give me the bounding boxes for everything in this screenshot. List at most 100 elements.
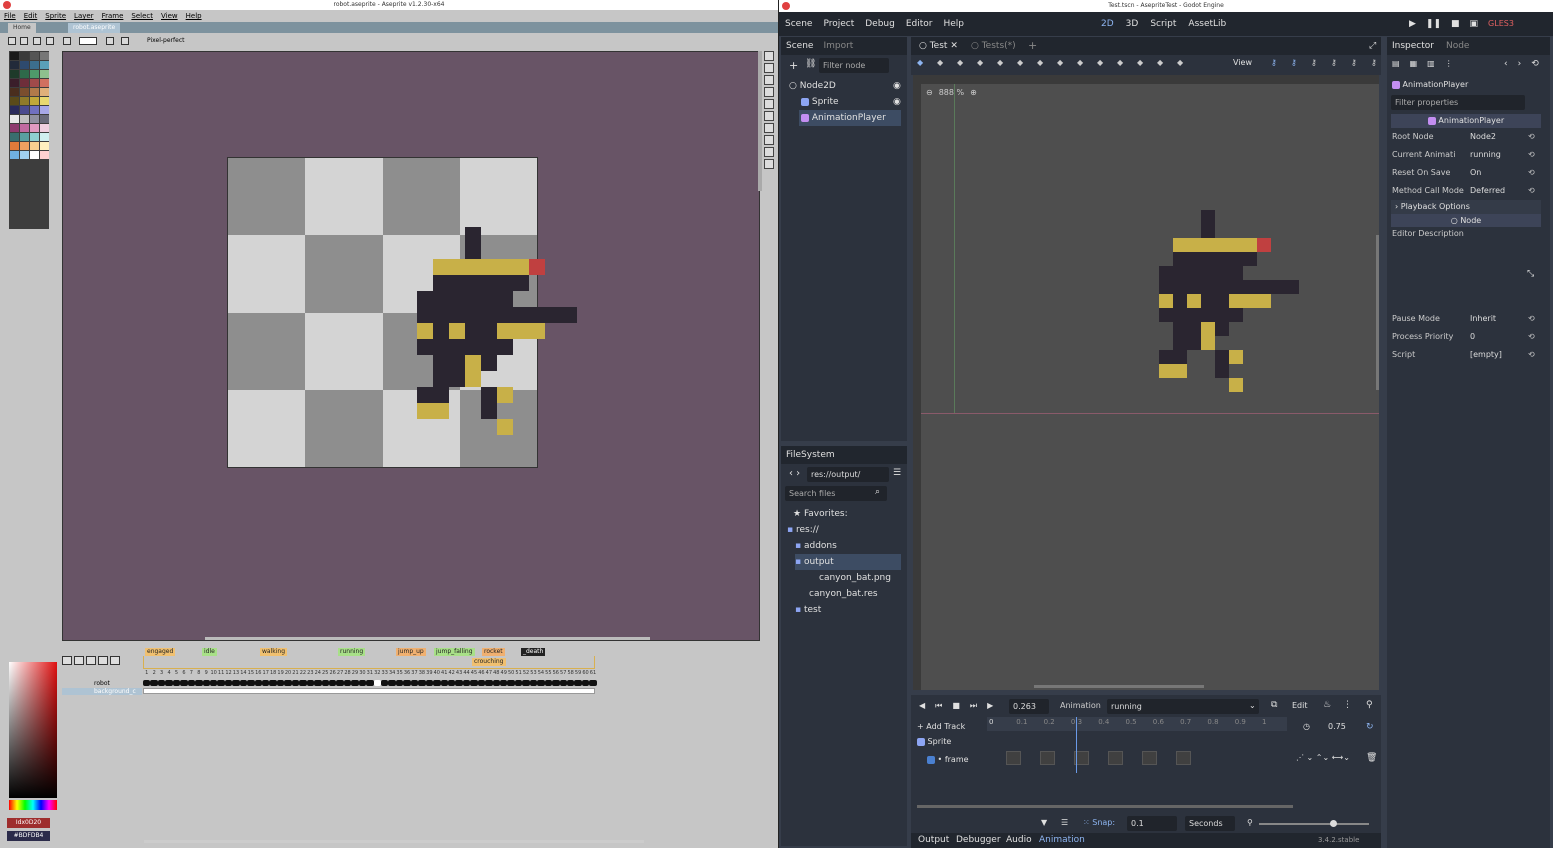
brush-size-input[interactable] bbox=[79, 37, 97, 45]
property-value[interactable]: Inherit bbox=[1470, 310, 1496, 328]
palette-swatch[interactable] bbox=[30, 133, 39, 141]
cel[interactable] bbox=[403, 680, 411, 686]
play-start-icon[interactable]: ⏭ bbox=[970, 701, 977, 711]
fs-res-root[interactable]: ▪ res:// bbox=[787, 522, 819, 538]
revert-icon[interactable]: ⟲ bbox=[1528, 346, 1535, 364]
scene-tab-tests[interactable]: ○ Tests(*) bbox=[971, 37, 1016, 55]
frame-number[interactable]: 40 bbox=[433, 670, 440, 677]
frame-number[interactable]: 30 bbox=[359, 670, 366, 677]
keyframe[interactable] bbox=[1108, 751, 1123, 765]
opacity-button[interactable] bbox=[121, 37, 129, 45]
cel[interactable] bbox=[343, 680, 352, 686]
frame-number[interactable]: 27 bbox=[336, 670, 343, 677]
palette-swatch[interactable] bbox=[20, 88, 29, 96]
revert-icon[interactable]: ⟲ bbox=[1528, 310, 1535, 328]
fs-test[interactable]: ▪ test bbox=[795, 602, 821, 618]
palette-swatch[interactable] bbox=[40, 106, 49, 114]
frame-number[interactable]: 46 bbox=[478, 670, 485, 677]
canvas-h-scrollbar[interactable] bbox=[205, 637, 650, 640]
cel[interactable] bbox=[410, 680, 419, 686]
cel[interactable] bbox=[291, 680, 300, 686]
cel[interactable] bbox=[500, 680, 508, 686]
tag-jump-up[interactable]: jump_up bbox=[396, 648, 426, 656]
palette-swatch[interactable] bbox=[10, 115, 19, 123]
anim-h-scrollbar[interactable] bbox=[917, 805, 1293, 808]
revert-icon[interactable]: ⟲ bbox=[1528, 328, 1535, 346]
pixel-perfect-label[interactable]: Pixel-perfect bbox=[147, 34, 184, 47]
chevron-down-icon[interactable]: ⌄ bbox=[1249, 701, 1256, 710]
move-tool-icon[interactable] bbox=[764, 147, 774, 157]
frame-number[interactable]: 19 bbox=[277, 670, 284, 677]
frame-number[interactable]: 37 bbox=[411, 670, 418, 677]
keyframe-icon[interactable]: ⚷ bbox=[1271, 58, 1277, 67]
close-icon[interactable] bbox=[3, 1, 11, 9]
frame-number[interactable]: 14 bbox=[240, 670, 247, 677]
cel[interactable] bbox=[529, 680, 538, 686]
palette-swatch[interactable] bbox=[20, 124, 29, 132]
cel[interactable] bbox=[425, 680, 434, 686]
background-cels[interactable] bbox=[143, 688, 595, 694]
cel[interactable] bbox=[224, 680, 233, 686]
tag-death[interactable]: _death bbox=[521, 648, 546, 656]
layer-robot[interactable]: robot bbox=[62, 680, 142, 687]
cel[interactable] bbox=[522, 680, 530, 686]
link-icon[interactable]: ⛓ bbox=[805, 59, 816, 69]
keyframe-rot-icon[interactable]: ⚷ bbox=[1311, 58, 1317, 67]
lasso-tool-icon[interactable] bbox=[764, 63, 774, 73]
menu-editor[interactable]: Editor bbox=[906, 19, 933, 29]
frame-number[interactable]: 4 bbox=[165, 670, 172, 677]
zoom-slider[interactable] bbox=[1259, 823, 1369, 825]
spray-tool-icon[interactable] bbox=[764, 99, 774, 109]
save-icon[interactable]: ▥ bbox=[1427, 59, 1435, 68]
last-frame-icon[interactable] bbox=[110, 656, 120, 665]
menu-file[interactable]: File bbox=[4, 12, 16, 20]
workspace-2d[interactable]: 2D bbox=[1101, 12, 1114, 36]
frame-number[interactable]: 10 bbox=[210, 670, 217, 677]
snap-toggle[interactable]: ⁙ Snap: bbox=[1083, 818, 1115, 827]
fs-addons[interactable]: ▪ addons bbox=[795, 538, 837, 554]
palette-swatch[interactable] bbox=[10, 79, 19, 87]
tag-idle[interactable]: idle bbox=[202, 648, 217, 656]
frame-number[interactable]: 34 bbox=[388, 670, 395, 677]
layer-background[interactable]: background_c bbox=[62, 688, 142, 695]
loop-icon[interactable]: ↻ bbox=[1366, 722, 1374, 732]
frame-number[interactable]: 44 bbox=[463, 670, 470, 677]
background-color[interactable]: #BDFDB4 bbox=[7, 831, 50, 841]
cel[interactable] bbox=[581, 680, 590, 686]
stop-icon[interactable]: ■ bbox=[1451, 12, 1460, 36]
palette-swatch[interactable] bbox=[40, 79, 49, 87]
cel[interactable] bbox=[202, 680, 210, 686]
frame-number[interactable]: 2 bbox=[150, 670, 157, 677]
lock-icon[interactable]: ◆ bbox=[1097, 58, 1103, 67]
cel[interactable] bbox=[366, 680, 374, 686]
property-row[interactable]: Current Animati running ⟲ bbox=[1392, 146, 1542, 164]
stop-icon[interactable]: ■ bbox=[952, 701, 960, 711]
more-icon[interactable]: ⋮ bbox=[1445, 59, 1453, 68]
frame-number[interactable]: 43 bbox=[455, 670, 462, 677]
frame-number[interactable]: 57 bbox=[560, 670, 567, 677]
property-row[interactable]: Method Call Mode Deferred ⟲ bbox=[1392, 182, 1542, 200]
palette-swatch[interactable] bbox=[40, 52, 49, 60]
frame-number[interactable]: 45 bbox=[470, 670, 477, 677]
property-value[interactable]: [empty] bbox=[1470, 346, 1502, 364]
cel[interactable] bbox=[180, 680, 188, 686]
palette-swatch[interactable] bbox=[20, 133, 29, 141]
play-icon[interactable]: ▶ bbox=[987, 701, 993, 711]
menu-select[interactable]: Select bbox=[131, 12, 153, 20]
cel[interactable] bbox=[433, 680, 441, 686]
playhead[interactable] bbox=[1076, 717, 1077, 773]
property-row[interactable]: Root Node Node2 ⟲ bbox=[1392, 128, 1542, 146]
object-selector[interactable]: AnimationPlayer bbox=[1392, 77, 1528, 92]
palette-swatch[interactable] bbox=[30, 142, 39, 150]
view-menu[interactable]: View bbox=[1233, 58, 1252, 67]
frame-number[interactable]: 22 bbox=[299, 670, 306, 677]
brush-type-button[interactable] bbox=[63, 37, 71, 45]
frame-number[interactable]: 60 bbox=[582, 670, 589, 677]
filter-properties-input[interactable]: Filter properties bbox=[1391, 95, 1525, 110]
property-value[interactable]: Node2 bbox=[1470, 128, 1496, 146]
tab-robot[interactable]: robot.aseprite bbox=[68, 23, 121, 33]
palette-swatch[interactable] bbox=[20, 106, 29, 114]
delete-track-icon[interactable]: 🗑 bbox=[1366, 753, 1377, 763]
group-icon[interactable]: ◆ bbox=[1117, 58, 1123, 67]
cel[interactable] bbox=[328, 680, 337, 686]
